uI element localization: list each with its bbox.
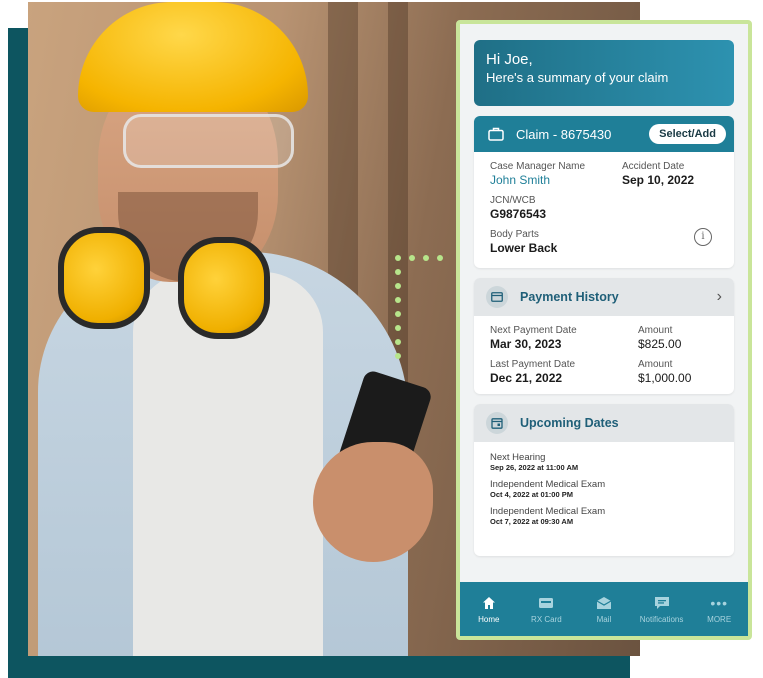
jcn-label: JCN/WCB xyxy=(490,195,536,206)
select-add-button[interactable]: Select/Add xyxy=(649,124,726,144)
hardhat xyxy=(78,2,308,112)
mail-icon xyxy=(596,595,612,611)
app-content[interactable]: Hi Joe, Here's a summary of your claim C… xyxy=(460,24,748,582)
worker-hand xyxy=(313,442,433,562)
payment-history-header[interactable]: Payment History › xyxy=(474,278,734,316)
last-payment-label: Last Payment Date xyxy=(490,359,576,370)
greeting-title: Hi Joe, xyxy=(486,51,533,68)
earmuff-left xyxy=(58,227,150,329)
payment-details: Next Payment Date Mar 30, 2023 Amount $8… xyxy=(474,316,734,394)
list-item[interactable]: Independent Medical Exam Oct 4, 2022 at … xyxy=(490,479,718,500)
case-manager-label: Case Manager Name xyxy=(490,161,586,172)
event-datetime: Oct 7, 2022 at 09:30 AM xyxy=(490,517,574,526)
event-datetime: Oct 4, 2022 at 01:00 PM xyxy=(490,490,573,499)
greeting-banner: Hi Joe, Here's a summary of your claim xyxy=(474,40,734,106)
rx-card-icon xyxy=(538,595,554,611)
decorative-dots xyxy=(393,255,453,365)
claim-card: Claim - 8675430 Select/Add Case Manager … xyxy=(474,116,734,268)
payment-history-card: Payment History › Next Payment Date Mar … xyxy=(474,278,734,394)
earmuff-right xyxy=(178,237,270,339)
chevron-right-icon[interactable]: › xyxy=(717,288,722,306)
calendar-icon xyxy=(486,412,508,434)
briefcase-icon xyxy=(488,127,504,141)
event-label: Independent Medical Exam xyxy=(490,479,606,490)
claim-details: Case Manager Name John Smith Accident Da… xyxy=(474,152,734,268)
nav-label: Home xyxy=(478,614,500,624)
nav-mail[interactable]: Mail xyxy=(576,595,632,624)
last-payment-date: Dec 21, 2022 xyxy=(490,371,563,385)
info-icon[interactable]: i xyxy=(694,228,712,246)
upcoming-dates-card: Upcoming Dates Next Hearing Sep 26, 2022… xyxy=(474,404,734,556)
case-manager-link[interactable]: John Smith xyxy=(490,173,585,188)
home-icon xyxy=(482,595,496,611)
claim-title: Claim - 8675430 xyxy=(516,126,612,142)
more-icon: ••• xyxy=(710,594,729,611)
next-payment-date: Mar 30, 2023 xyxy=(490,337,562,351)
event-label: Independent Medical Exam xyxy=(490,506,606,517)
notifications-icon xyxy=(654,595,670,611)
bottom-nav: Home RX Card Mail Notifications ••• MORE xyxy=(460,582,748,636)
next-amount-label: Amount xyxy=(638,325,673,336)
accident-date-label: Accident Date xyxy=(622,161,685,172)
greeting-subtitle: Here's a summary of your claim xyxy=(486,70,669,85)
app-screen: Hi Joe, Here's a summary of your claim C… xyxy=(456,20,752,640)
last-amount-label: Amount xyxy=(638,359,673,370)
accident-date-value: Sep 10, 2022 xyxy=(622,173,695,187)
event-datetime: Sep 26, 2022 at 11:00 AM xyxy=(490,463,579,472)
claim-header: Claim - 8675430 Select/Add xyxy=(474,116,734,152)
nav-notifications[interactable]: Notifications xyxy=(634,595,690,624)
nav-label: RX Card xyxy=(531,614,562,624)
safety-goggles xyxy=(123,114,294,168)
upcoming-dates-list: Next Hearing Sep 26, 2022 at 11:00 AM In… xyxy=(474,442,734,556)
last-amount-value: $1,000.00 xyxy=(638,371,692,385)
next-amount-value: $825.00 xyxy=(638,337,682,351)
nav-label: Notifications xyxy=(639,614,684,624)
upcoming-dates-title: Upcoming Dates xyxy=(520,416,619,430)
event-label: Next Hearing xyxy=(490,452,546,463)
nav-rx-card[interactable]: RX Card xyxy=(518,595,574,624)
nav-label: MORE xyxy=(707,614,732,624)
upcoming-dates-header[interactable]: Upcoming Dates xyxy=(474,404,734,442)
next-payment-label: Next Payment Date xyxy=(490,325,577,336)
body-parts-label: Body Parts xyxy=(490,229,539,240)
list-item[interactable]: Independent Medical Exam Oct 7, 2022 at … xyxy=(490,506,718,527)
jcn-value: G9876543 xyxy=(490,207,547,221)
list-item[interactable]: Next Hearing Sep 26, 2022 at 11:00 AM xyxy=(490,452,718,473)
payment-history-title: Payment History xyxy=(520,290,619,304)
nav-home[interactable]: Home xyxy=(461,595,517,624)
nav-more[interactable]: ••• MORE xyxy=(691,595,747,624)
credit-card-icon xyxy=(486,286,508,308)
nav-label: Mail xyxy=(596,614,612,624)
body-parts-value: Lower Back xyxy=(490,241,558,255)
